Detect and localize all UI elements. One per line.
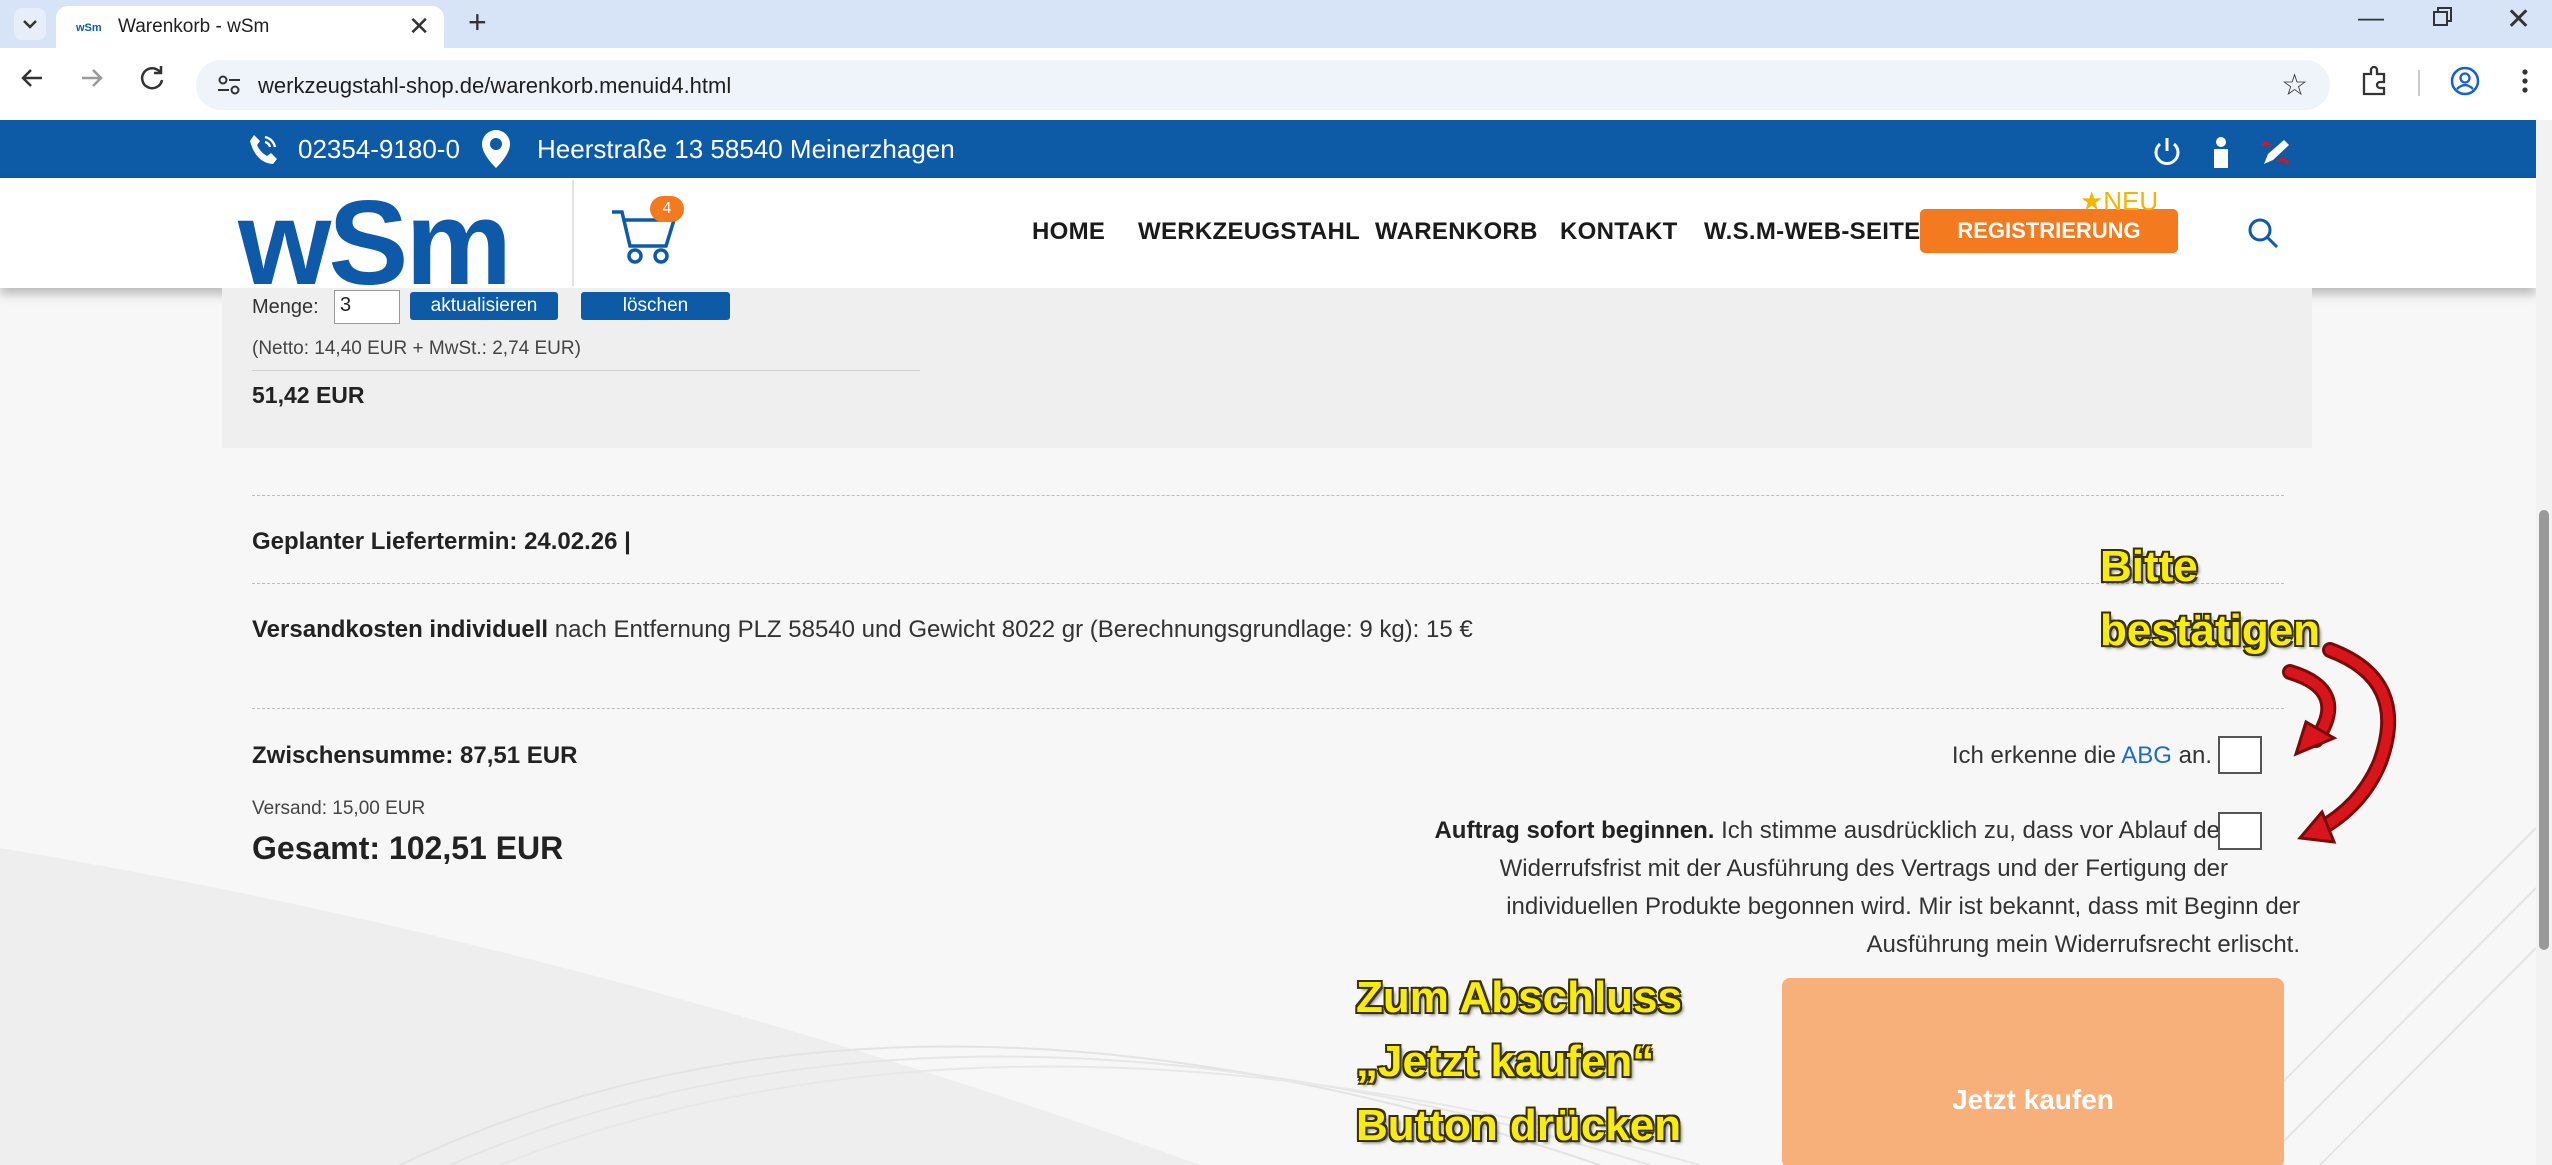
nav-wsm-web-seite[interactable]: W.S.M-WEB-SEITE bbox=[1704, 218, 1921, 246]
net-price-info: (Netto: 14,40 EUR + MwSt.: 2,74 EUR) bbox=[252, 338, 581, 359]
bookmark-star-icon[interactable]: ☆ bbox=[2281, 68, 2308, 103]
logo-divider bbox=[572, 180, 574, 286]
tab-close-icon[interactable]: ✕ bbox=[408, 11, 430, 42]
extensions-icon[interactable] bbox=[2358, 64, 2392, 98]
window-minimize-button[interactable]: — bbox=[2358, 2, 2384, 33]
url-text[interactable]: werkzeugstahl-shop.de/warenkorb.menuid4.… bbox=[258, 73, 731, 99]
finish-annotation-line-2: „Jetzt kaufen“ bbox=[1356, 1037, 1655, 1086]
window-close-button[interactable]: ✕ bbox=[2506, 2, 2531, 37]
nav-home[interactable]: HOME bbox=[1032, 218, 1105, 246]
confirm-annotation-line-2: bestätigen bbox=[2100, 606, 2321, 655]
item-price: 51,42 EUR bbox=[252, 382, 365, 408]
shipping-cost-detail: nach Entfernung PLZ 58540 und Gewicht 80… bbox=[548, 616, 1473, 643]
browser-tab-bar: wSm Warenkorb - wSm ✕ + — ✕ bbox=[0, 0, 2552, 48]
confirm-annotation-line-1: Bitte bbox=[2100, 542, 2198, 591]
nav-kontakt[interactable]: KONTAKT bbox=[1560, 218, 1678, 246]
toolbar-divider bbox=[2418, 70, 2420, 96]
window-restore-icon[interactable] bbox=[2432, 6, 2454, 28]
cart-count-badge: 4 bbox=[650, 196, 684, 222]
nav-werkzeugstahl[interactable]: WERKZEUGSTAHL bbox=[1138, 218, 1360, 246]
site-header: wSm 4 HOME WERKZEUGSTAHL WARENKORB KONTA… bbox=[0, 176, 2536, 310]
user-icon[interactable] bbox=[2204, 136, 2238, 168]
buy-now-button[interactable]: Jetzt kaufen bbox=[1782, 978, 2284, 1165]
tab-search-button[interactable] bbox=[14, 8, 46, 40]
back-icon[interactable] bbox=[16, 62, 48, 94]
power-icon[interactable] bbox=[2150, 136, 2184, 168]
favicon-icon: wSm bbox=[76, 22, 102, 34]
quantity-input[interactable]: 3 bbox=[334, 290, 400, 324]
profile-icon[interactable] bbox=[2448, 64, 2482, 98]
delete-button[interactable]: löschen bbox=[581, 292, 730, 320]
terms-prefix: Ich erkenne die bbox=[1951, 742, 2122, 769]
site-contact-bar: 02354-9180-0 Heerstraße 13 58540 Meinerz… bbox=[0, 120, 2536, 178]
site-settings-icon[interactable] bbox=[216, 73, 242, 97]
chevron-down-icon bbox=[23, 20, 37, 29]
consent-line-3: individuellen Produkte begonnen wird. Mi… bbox=[1506, 893, 2300, 920]
terms-suffix: an. bbox=[2171, 742, 2212, 769]
consent-line-1: Auftrag sofort beginnen. Ich stimme ausd… bbox=[1300, 812, 2300, 850]
nav-warenkorb[interactable]: WARENKORB bbox=[1375, 218, 1538, 246]
dashed-divider bbox=[252, 495, 2284, 496]
consent-line-1-text: Ich stimme ausdrücklich zu, dass vor Abl… bbox=[1714, 817, 2228, 844]
shipping-cost-title: Versandkosten individuell bbox=[252, 616, 549, 643]
item-divider bbox=[252, 370, 920, 371]
terms-checkbox[interactable] bbox=[2218, 736, 2262, 774]
confirm-annotation: Bitte bestätigen bbox=[2100, 535, 2320, 663]
finish-annotation-line-1: Zum Abschluss bbox=[1356, 973, 1682, 1022]
grand-total: Gesamt: 102,51 EUR bbox=[252, 830, 564, 866]
forward-icon[interactable] bbox=[76, 62, 108, 94]
dashed-divider bbox=[252, 583, 2284, 584]
update-button[interactable]: aktualisieren bbox=[410, 292, 558, 320]
phone-number[interactable]: 02354-9180-0 bbox=[298, 134, 460, 165]
svg-text:wSm: wSm bbox=[76, 22, 102, 34]
finish-annotation-line-3: Button drücken bbox=[1356, 1101, 1682, 1150]
location-pin-icon bbox=[482, 130, 510, 168]
new-badge: ★NEU bbox=[2080, 186, 2159, 216]
browser-toolbar: werkzeugstahl-shop.de/warenkorb.menuid4.… bbox=[0, 48, 2552, 120]
new-tab-button[interactable]: + bbox=[468, 4, 487, 41]
finish-annotation: Zum Abschluss „Jetzt kaufen“ Button drüc… bbox=[1356, 966, 1682, 1158]
tab-title: Warenkorb - wSm bbox=[118, 16, 270, 37]
company-address: Heerstraße 13 58540 Meinerzhagen bbox=[537, 134, 955, 164]
shipping-cost-info: Versandkosten individuell nach Entfernun… bbox=[252, 616, 1473, 644]
immediate-start-checkbox[interactable] bbox=[2218, 812, 2262, 850]
phone-icon bbox=[250, 135, 277, 164]
edit-icon[interactable] bbox=[2258, 136, 2292, 168]
browser-menu-icon[interactable] bbox=[2508, 64, 2542, 98]
address-bar[interactable]: werkzeugstahl-shop.de/warenkorb.menuid4.… bbox=[196, 60, 2330, 110]
quantity-label: Menge: bbox=[252, 296, 319, 318]
consent-title: Auftrag sofort beginnen. bbox=[1434, 817, 1715, 844]
terms-link[interactable]: ABG bbox=[2121, 742, 2172, 769]
shipping-amount: Versand: 15,00 EUR bbox=[252, 798, 426, 819]
dashed-divider bbox=[252, 708, 2284, 709]
consent-line-2: Widerrufsfrist mit der Ausführung des Ve… bbox=[1499, 855, 2228, 882]
delivery-date: Geplanter Liefertermin: 24.02.26 | bbox=[252, 528, 631, 555]
subtotal: Zwischensumme: 87,51 EUR bbox=[252, 742, 578, 769]
browser-tab[interactable]: wSm Warenkorb - wSm ✕ bbox=[56, 6, 444, 48]
terms-consent-text: Ich erkenne die ABG an. bbox=[1952, 742, 2212, 770]
search-icon[interactable] bbox=[2246, 216, 2280, 250]
scrollbar-thumb[interactable] bbox=[2539, 510, 2549, 950]
reload-icon[interactable] bbox=[136, 62, 168, 94]
consent-line-4: Ausführung mein Widerrufsrecht erlischt. bbox=[1866, 931, 2301, 958]
immediate-start-consent-text: Auftrag sofort beginnen. Ich stimme ausd… bbox=[1300, 812, 2300, 964]
